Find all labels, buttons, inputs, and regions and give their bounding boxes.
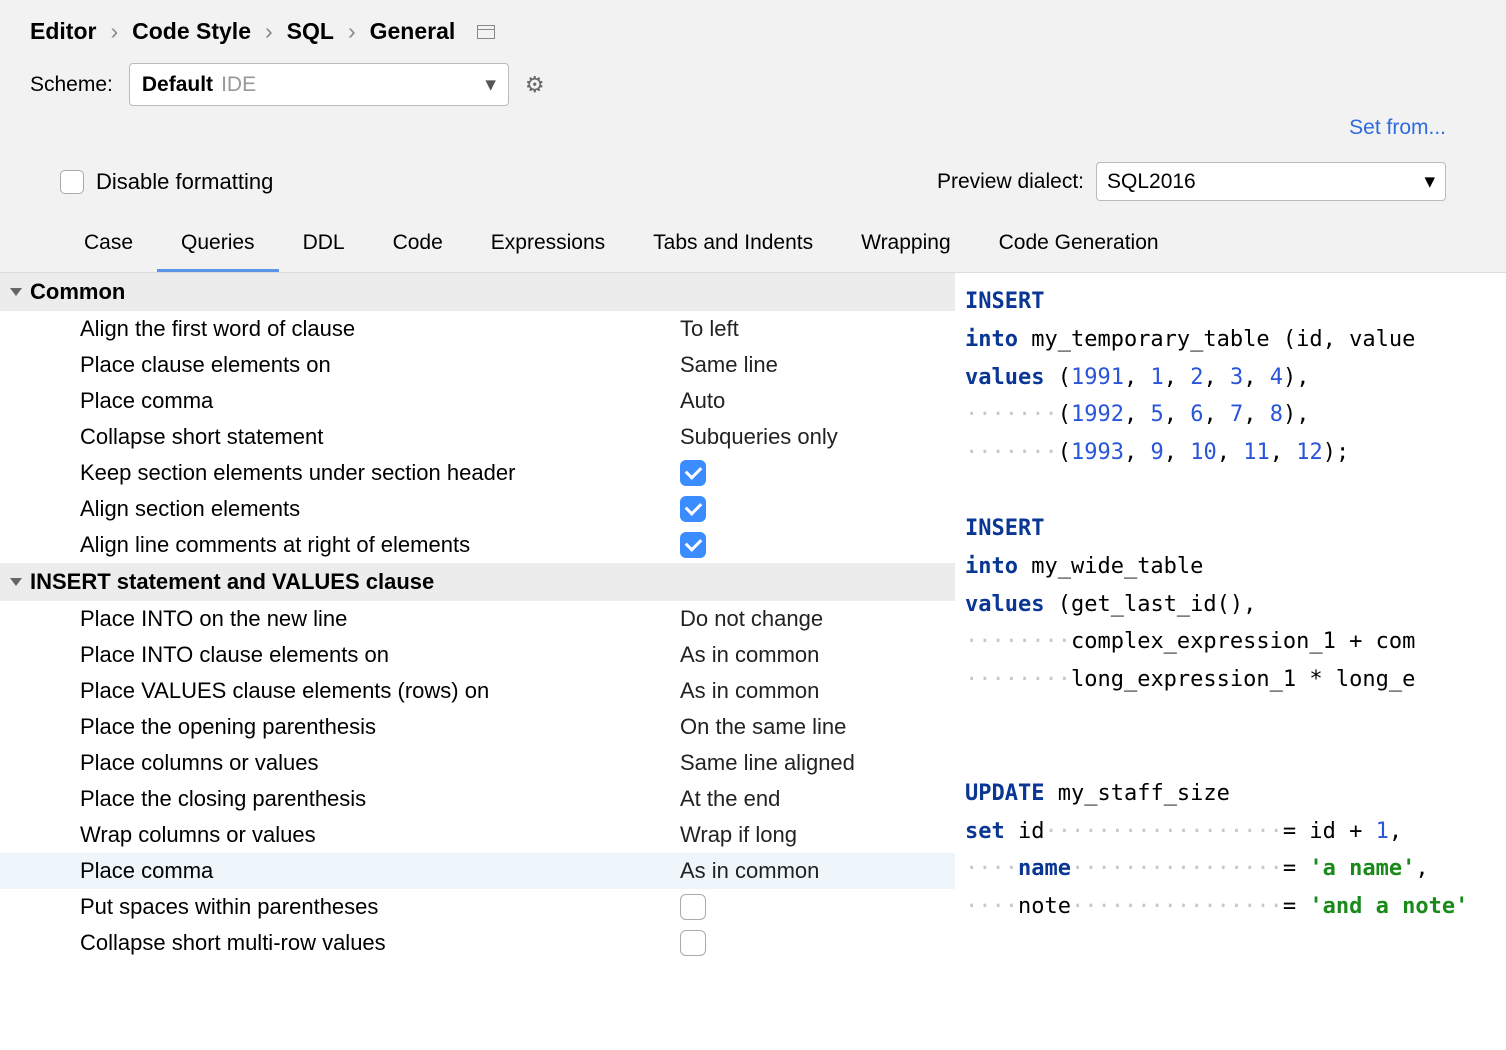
setting-value[interactable]: As in common (680, 678, 819, 704)
setting-value[interactable]: Do not change (680, 606, 823, 632)
setting-label: Place INTO on the new line (80, 606, 680, 632)
checkbox-icon[interactable] (680, 930, 706, 956)
setting-label: Wrap columns or values (80, 822, 680, 848)
checkbox-icon[interactable] (680, 894, 706, 920)
checkbox-icon[interactable] (680, 532, 706, 558)
settings-header: Editor › Code Style › SQL › General Sche… (0, 0, 1506, 272)
setting-row[interactable]: Place VALUES clause elements (rows) onAs… (0, 673, 955, 709)
setting-row[interactable]: Place INTO on the new lineDo not change (0, 601, 955, 637)
preview-dialect-value: SQL2016 (1107, 170, 1196, 194)
preview-pane: INSERTinto my_temporary_table (id, value… (955, 273, 1506, 961)
preview-dialect-row: Preview dialect: SQL2016 ▾ (937, 162, 1446, 201)
breadcrumb: Editor › Code Style › SQL › General (30, 18, 1476, 63)
setting-row[interactable]: Keep section elements under section head… (0, 455, 955, 491)
setting-row[interactable]: Align section elements (0, 491, 955, 527)
set-from-link[interactable]: Set from... (1349, 116, 1446, 139)
preview-dialect-select[interactable]: SQL2016 ▾ (1096, 162, 1446, 201)
caret-down-icon: ▾ (485, 72, 496, 97)
breadcrumb-seg[interactable]: General (370, 18, 456, 45)
setting-label: Put spaces within parentheses (80, 894, 680, 920)
checkbox-icon[interactable] (680, 496, 706, 522)
setting-value[interactable]: Same line (680, 352, 778, 378)
setting-row[interactable]: Place INTO clause elements onAs in commo… (0, 637, 955, 673)
gear-icon[interactable] (525, 72, 545, 98)
section-header[interactable]: INSERT statement and VALUES clause (0, 563, 955, 601)
tab-code-generation[interactable]: Code Generation (975, 221, 1183, 272)
setting-label: Place INTO clause elements on (80, 642, 680, 668)
chevron-right-icon: › (348, 18, 356, 45)
tab-queries[interactable]: Queries (157, 221, 279, 272)
breadcrumb-seg[interactable]: Code Style (132, 18, 251, 45)
scheme-row: Scheme: Default IDE ▾ (30, 63, 1476, 116)
caret-down-icon: ▾ (1424, 169, 1435, 194)
setting-label: Place comma (80, 388, 680, 414)
checkbox-icon (60, 170, 84, 194)
setting-value[interactable]: Wrap if long (680, 822, 797, 848)
setting-row[interactable]: Wrap columns or valuesWrap if long (0, 817, 955, 853)
settings-tree[interactable]: Common Align the first word of clauseTo l… (0, 273, 955, 961)
setting-label: Place clause elements on (80, 352, 680, 378)
setting-label: Collapse short multi-row values (80, 930, 680, 956)
setting-label: Align section elements (80, 496, 680, 522)
setting-row[interactable]: Place clause elements onSame line (0, 347, 955, 383)
setting-row[interactable]: Place columns or valuesSame line aligned (0, 745, 955, 781)
chevron-right-icon: › (265, 18, 273, 45)
setting-row[interactable]: Put spaces within parentheses (0, 889, 955, 925)
disable-formatting-checkbox[interactable]: Disable formatting (60, 169, 273, 195)
setting-label: Align line comments at right of elements (80, 532, 680, 558)
setting-value[interactable]: Auto (680, 388, 725, 414)
setting-value[interactable]: At the end (680, 786, 780, 812)
setting-label: Collapse short statement (80, 424, 680, 450)
breadcrumb-seg[interactable]: SQL (287, 18, 334, 45)
tab-tabs-and-indents[interactable]: Tabs and Indents (629, 221, 837, 272)
checkbox-icon[interactable] (680, 460, 706, 486)
chevron-down-icon (10, 578, 22, 586)
setting-label: Place columns or values (80, 750, 680, 776)
setting-value[interactable]: To left (680, 316, 739, 342)
setting-value[interactable]: As in common (680, 642, 819, 668)
tab-wrapping[interactable]: Wrapping (837, 221, 975, 272)
section-title: Common (30, 279, 125, 305)
section-header[interactable]: Common (0, 273, 955, 311)
scheme-name: Default (142, 73, 213, 97)
breadcrumb-seg[interactable]: Editor (30, 18, 96, 45)
tab-ddl[interactable]: DDL (279, 221, 369, 272)
setting-row[interactable]: Collapse short multi-row values (0, 925, 955, 961)
setting-value[interactable]: Same line aligned (680, 750, 855, 776)
section-title: INSERT statement and VALUES clause (30, 569, 434, 595)
setting-row[interactable]: Align the first word of clauseTo left (0, 311, 955, 347)
scheme-tag: IDE (221, 73, 256, 97)
setting-row[interactable]: Place the opening parenthesisOn the same… (0, 709, 955, 745)
setting-row[interactable]: Place the closing parenthesisAt the end (0, 781, 955, 817)
setting-value[interactable]: Subqueries only (680, 424, 838, 450)
scheme-label: Scheme: (30, 73, 113, 97)
show-in-window-icon[interactable] (477, 25, 495, 39)
setting-label: Align the first word of clause (80, 316, 680, 342)
setting-label: Keep section elements under section head… (80, 460, 680, 486)
tab-code[interactable]: Code (369, 221, 467, 272)
tab-expressions[interactable]: Expressions (467, 221, 629, 272)
setting-value[interactable]: On the same line (680, 714, 846, 740)
disable-formatting-label: Disable formatting (96, 169, 273, 195)
setting-value[interactable]: As in common (680, 858, 819, 884)
setting-label: Place the opening parenthesis (80, 714, 680, 740)
tabs: CaseQueriesDDLCodeExpressionsTabs and In… (30, 221, 1476, 272)
setting-label: Place VALUES clause elements (rows) on (80, 678, 680, 704)
setting-label: Place comma (80, 858, 680, 884)
chevron-down-icon (10, 288, 22, 296)
setting-row[interactable]: Collapse short statementSubqueries only (0, 419, 955, 455)
setting-label: Place the closing parenthesis (80, 786, 680, 812)
setting-row[interactable]: Place commaAuto (0, 383, 955, 419)
tab-case[interactable]: Case (60, 221, 157, 272)
preview-dialect-label: Preview dialect: (937, 170, 1084, 194)
scheme-select[interactable]: Default IDE ▾ (129, 63, 509, 106)
setting-row[interactable]: Align line comments at right of elements (0, 527, 955, 563)
chevron-right-icon: › (110, 18, 118, 45)
setting-row[interactable]: Place commaAs in common (0, 853, 955, 889)
